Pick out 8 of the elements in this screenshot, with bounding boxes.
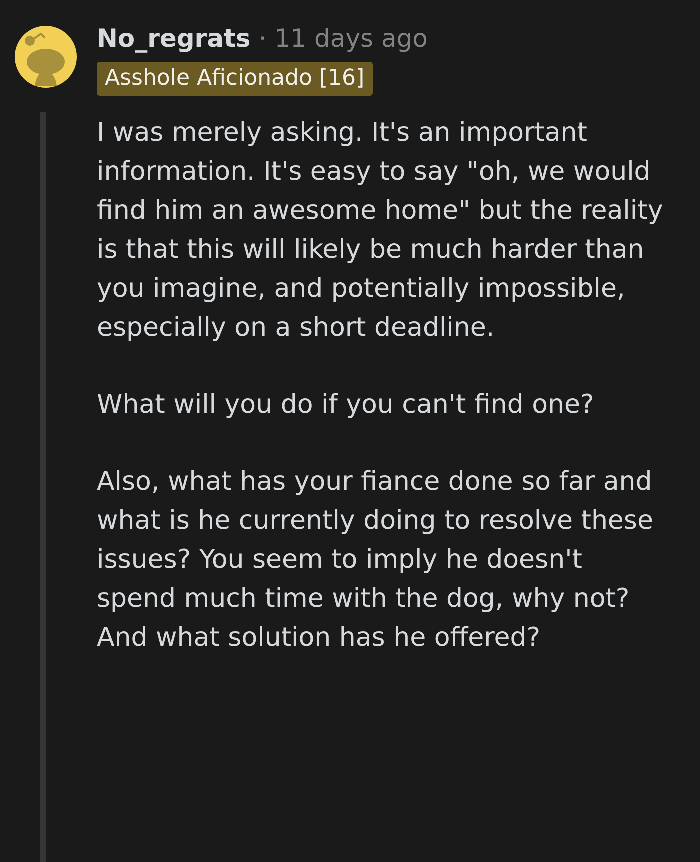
comment-paragraph: Also, what has your fiance done so far and what is he currently doing to resolve these issues? You seem to imply he doesn't spend much time with the dog, why not? And what solution has he offered? — [97, 466, 654, 654]
username[interactable]: No_regrats — [97, 20, 251, 58]
avatar-icon — [14, 26, 76, 88]
user-flair: Asshole Aficionado [16] — [97, 62, 373, 96]
comment-paragraph: What will you do if you can't find one? — [97, 388, 596, 422]
comment-paragraph: I was merely asking. It's an important information. It's easy to say "oh, we would find him an awesome home" but the reality is that this will likely be much harder than you imagine, and potentially impossible, especially on a short deadline. — [97, 116, 664, 344]
separator: · — [258, 23, 267, 55]
timestamp[interactable]: 11 days ago — [274, 20, 428, 58]
